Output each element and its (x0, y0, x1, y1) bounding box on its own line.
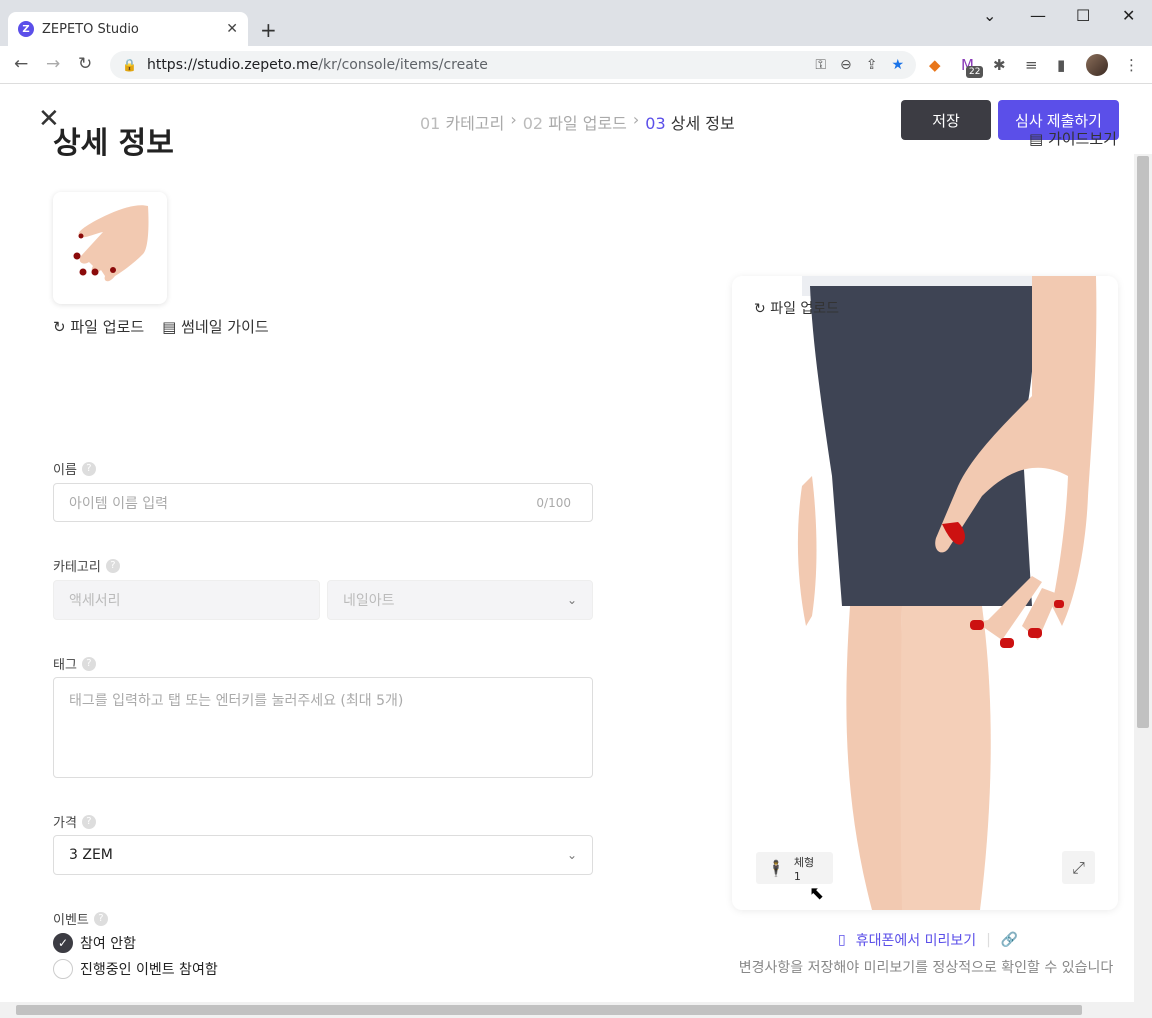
new-tab-icon[interactable]: + (260, 18, 277, 42)
chevron-right-icon: › (632, 110, 640, 129)
step-2: 02 파일 업로드 (522, 114, 627, 133)
phone-icon: ▯ (838, 932, 846, 948)
link-icon[interactable]: 🔗 (1001, 932, 1018, 948)
divider: | (986, 932, 991, 948)
breadcrumb: 01 카테고리 › 02 파일 업로드 › 03 상세 정보 (420, 110, 735, 134)
url-path: /kr/console/items/create (318, 57, 488, 73)
name-counter: 0/100 (536, 495, 571, 510)
document-icon: ▤ (1029, 130, 1048, 148)
minimize-icon[interactable]: — (1030, 6, 1046, 25)
avatar-preview[interactable]: ↻ 파일 업로드 🕴 체형 1 ⤢ (732, 276, 1118, 910)
chevron-down-icon: ⌄ (566, 593, 577, 607)
name-placeholder: 아이템 이름 입력 (69, 495, 169, 512)
chevron-right-icon: › (510, 110, 517, 129)
preview-notice: 변경사항을 저장해야 미리보기를 정상적으로 확인할 수 있습니다 (738, 960, 1114, 976)
tag-input[interactable]: 태그를 입력하고 탭 또는 엔터키를 눌러주세요 (최대 5개) (53, 677, 593, 778)
profile-avatar[interactable] (1086, 54, 1108, 76)
help-icon[interactable]: ? (81, 656, 96, 671)
tab-title: ZEPETO Studio (42, 21, 139, 37)
item-thumbnail (53, 192, 167, 304)
vertical-scrollbar-thumb[interactable] (1137, 156, 1149, 728)
zoom-icon[interactable]: ⊖ (840, 57, 852, 73)
category-primary-select: 액세서리 (53, 580, 320, 620)
thumbnail-actions: ↻ 파일 업로드 ▤ 썸네일 가이드 (53, 316, 269, 337)
category-secondary-select: 네일아트 ⌄ (327, 580, 593, 620)
key-icon[interactable]: ⚿ (815, 57, 826, 73)
thumbnail-guide-link[interactable]: ▤ 썸네일 가이드 (162, 316, 269, 337)
close-tab-icon[interactable]: ✕ (226, 21, 238, 37)
chevron-down-icon: ⌄ (566, 848, 577, 862)
reload-icon[interactable]: ↻ (78, 54, 92, 74)
close-window-icon[interactable]: ✕ (1122, 6, 1135, 25)
guide-link[interactable]: ▤ 가이드보기 (1029, 128, 1117, 149)
event-option-join[interactable]: 진행중인 이벤트 참여함 (53, 959, 218, 979)
step-1: 01 카테고리 (420, 114, 505, 133)
name-input[interactable]: 아이템 이름 입력 0/100 (53, 483, 593, 522)
refresh-icon: ↻ (754, 301, 766, 317)
step-3: 03 상세 정보 (645, 114, 735, 133)
url-host: https://studio.zepeto.me (146, 57, 319, 73)
document-icon: ▤ (162, 318, 177, 336)
extension-badge: 22 (966, 66, 984, 78)
tag-label: 태그? (53, 654, 96, 673)
share-icon[interactable]: ⇪ (866, 57, 878, 73)
body-type-button[interactable]: 🕴 체형 1 (756, 852, 833, 884)
name-label: 이름? (53, 459, 96, 478)
mobile-preview-link[interactable]: ▯ 휴대폰에서 미리보기 | 🔗 (838, 930, 1018, 950)
lock-icon: 🔒 (122, 58, 137, 72)
radio-checked-icon[interactable]: ✓ (53, 933, 73, 953)
person-icon: 🕴 (766, 858, 786, 878)
zepeto-favicon-icon: Z (18, 21, 34, 37)
help-icon[interactable]: ? (105, 558, 120, 573)
fullscreen-icon[interactable]: ⤢ (1062, 851, 1095, 884)
help-icon[interactable]: ? (81, 461, 96, 476)
mouse-cursor-icon: ⬉ (809, 883, 825, 904)
refresh-icon: ↻ (53, 318, 66, 336)
tab-search-icon[interactable]: ⌄ (983, 6, 996, 25)
price-label: 가격? (53, 812, 96, 831)
upload-file-link[interactable]: ↻ 파일 업로드 (53, 316, 144, 337)
maximize-icon[interactable]: ☐ (1076, 6, 1090, 25)
page-title: 상세 정보 (53, 126, 174, 161)
horizontal-scrollbar-thumb[interactable] (16, 1005, 1082, 1015)
side-panel-icon[interactable]: ▮ (1057, 56, 1065, 74)
browser-toolbar: ← → ↻ 🔒 https://studio.zepeto.me/kr/cons… (0, 46, 1152, 84)
preview-upload-link[interactable]: ↻ 파일 업로드 (754, 298, 839, 318)
help-icon[interactable]: ? (81, 814, 96, 829)
forward-icon[interactable]: → (46, 54, 60, 74)
price-select[interactable]: 3 ZEM ⌄ (53, 835, 593, 875)
browser-tab-strip: Z ZEPETO Studio ✕ + ⌄ — ☐ ✕ (0, 0, 1152, 46)
metamask-extension-icon[interactable]: ◆ (929, 56, 941, 74)
address-bar[interactable]: 🔒 https://studio.zepeto.me/kr/console/it… (110, 51, 916, 79)
save-button[interactable]: 저장 (901, 100, 991, 140)
event-option-none[interactable]: ✓ 참여 안함 (53, 933, 136, 953)
event-label: 이벤트? (53, 909, 108, 928)
avatar-3d-render (797, 276, 1097, 910)
menu-kebab-icon[interactable]: ⋮ (1124, 56, 1139, 74)
media-control-icon[interactable]: ≡ (1025, 56, 1038, 74)
bookmark-star-icon[interactable]: ★ (891, 57, 904, 73)
extensions-puzzle-icon[interactable]: ✱ (993, 56, 1006, 74)
radio-unchecked-icon[interactable] (53, 959, 73, 979)
category-label: 카테고리? (53, 556, 120, 575)
help-icon[interactable]: ? (93, 911, 108, 926)
back-icon[interactable]: ← (14, 54, 28, 74)
browser-tab[interactable]: Z ZEPETO Studio ✕ (8, 12, 248, 46)
hand-thumbnail-image (73, 205, 149, 282)
